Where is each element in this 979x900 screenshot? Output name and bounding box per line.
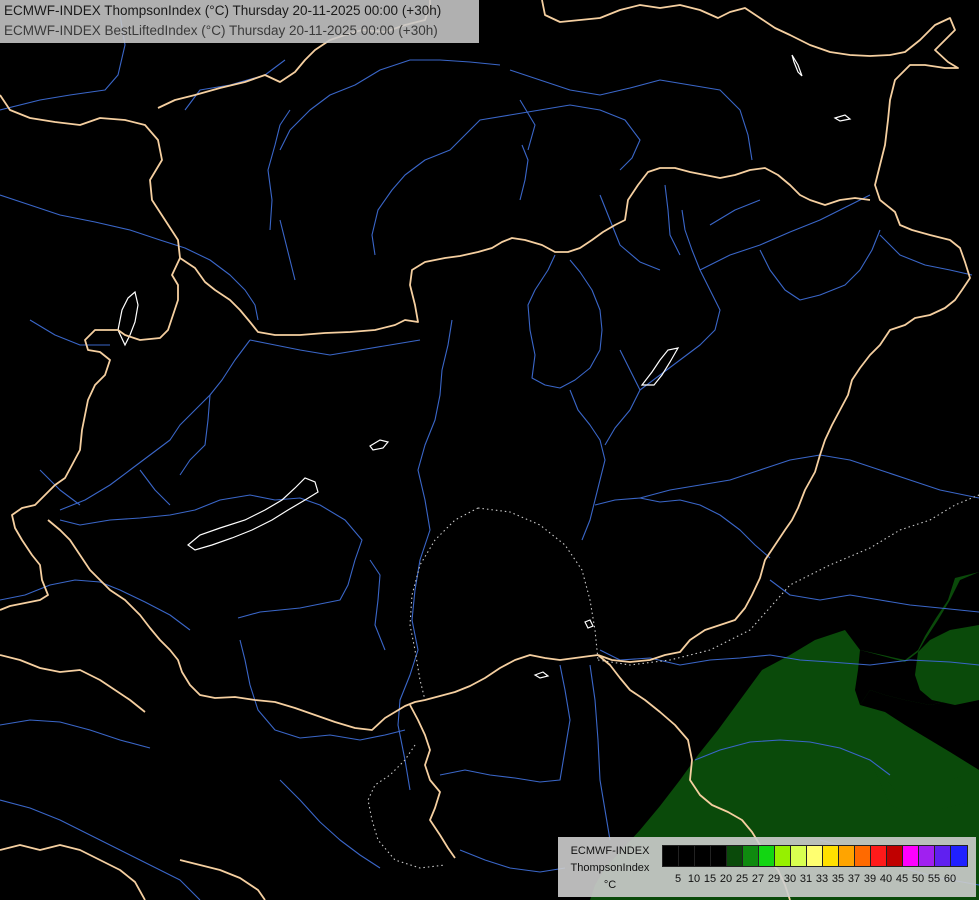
legend-swatch: [951, 846, 967, 866]
map-title-panel: ECMWF-INDEX ThompsonIndex (°C) Thursday …: [0, 0, 479, 43]
legend-tick-label: 37: [847, 873, 861, 885]
legend-tick-label: 40: [879, 873, 893, 885]
legend-swatch: [695, 846, 711, 866]
legend-swatch: [903, 846, 919, 866]
legend-swatch: [679, 846, 695, 866]
legend-swatch: [855, 846, 871, 866]
legend-swatch: [871, 846, 887, 866]
legend-swatches: [662, 845, 968, 867]
legend-tick-label: 39: [863, 873, 877, 885]
weather-map: [0, 0, 979, 900]
legend-tick-label: 35: [831, 873, 845, 885]
legend-swatch: [839, 846, 855, 866]
legend-swatch: [743, 846, 759, 866]
title-line-bestlifted: ECMWF-INDEX BestLiftedIndex (°C) Thursda…: [4, 23, 438, 38]
legend-tick-label: 33: [815, 873, 829, 885]
legend-swatch: [919, 846, 935, 866]
legend-swatch: [711, 846, 727, 866]
legend-tick-label: 5: [674, 873, 682, 885]
legend-tick-label: 29: [767, 873, 781, 885]
legend-swatch: [807, 846, 823, 866]
color-legend: ECMWF-INDEX ThompsonIndex °C 5 10 15 20 25 27…: [558, 837, 976, 897]
legend-tick-label: 10: [687, 873, 701, 885]
legend-swatch: [887, 846, 903, 866]
legend-tick-label: 27: [751, 873, 765, 885]
legend-tick-label: 55: [927, 873, 941, 885]
legend-unit-label: °C: [603, 879, 617, 891]
legend-swatch: [727, 846, 743, 866]
legend-tick-label: 30: [783, 873, 797, 885]
legend-tick-label: 15: [703, 873, 717, 885]
legend-swatch: [759, 846, 775, 866]
legend-swatch: [775, 846, 791, 866]
legend-tick-label: 31: [799, 873, 813, 885]
legend-swatch: [791, 846, 807, 866]
legend-tick-label: 50: [911, 873, 925, 885]
legend-model-label: ECMWF-INDEX: [570, 845, 650, 857]
legend-swatch: [935, 846, 951, 866]
legend-param-label: ThompsonIndex: [570, 862, 650, 874]
title-line-thompson: ECMWF-INDEX ThompsonIndex (°C) Thursday …: [4, 3, 442, 18]
legend-tick-label: 20: [719, 873, 733, 885]
legend-swatch: [663, 846, 679, 866]
legend-tick-label: 45: [895, 873, 909, 885]
legend-tick-label: 25: [735, 873, 749, 885]
legend-swatch: [823, 846, 839, 866]
legend-tick-label: 60: [943, 873, 957, 885]
